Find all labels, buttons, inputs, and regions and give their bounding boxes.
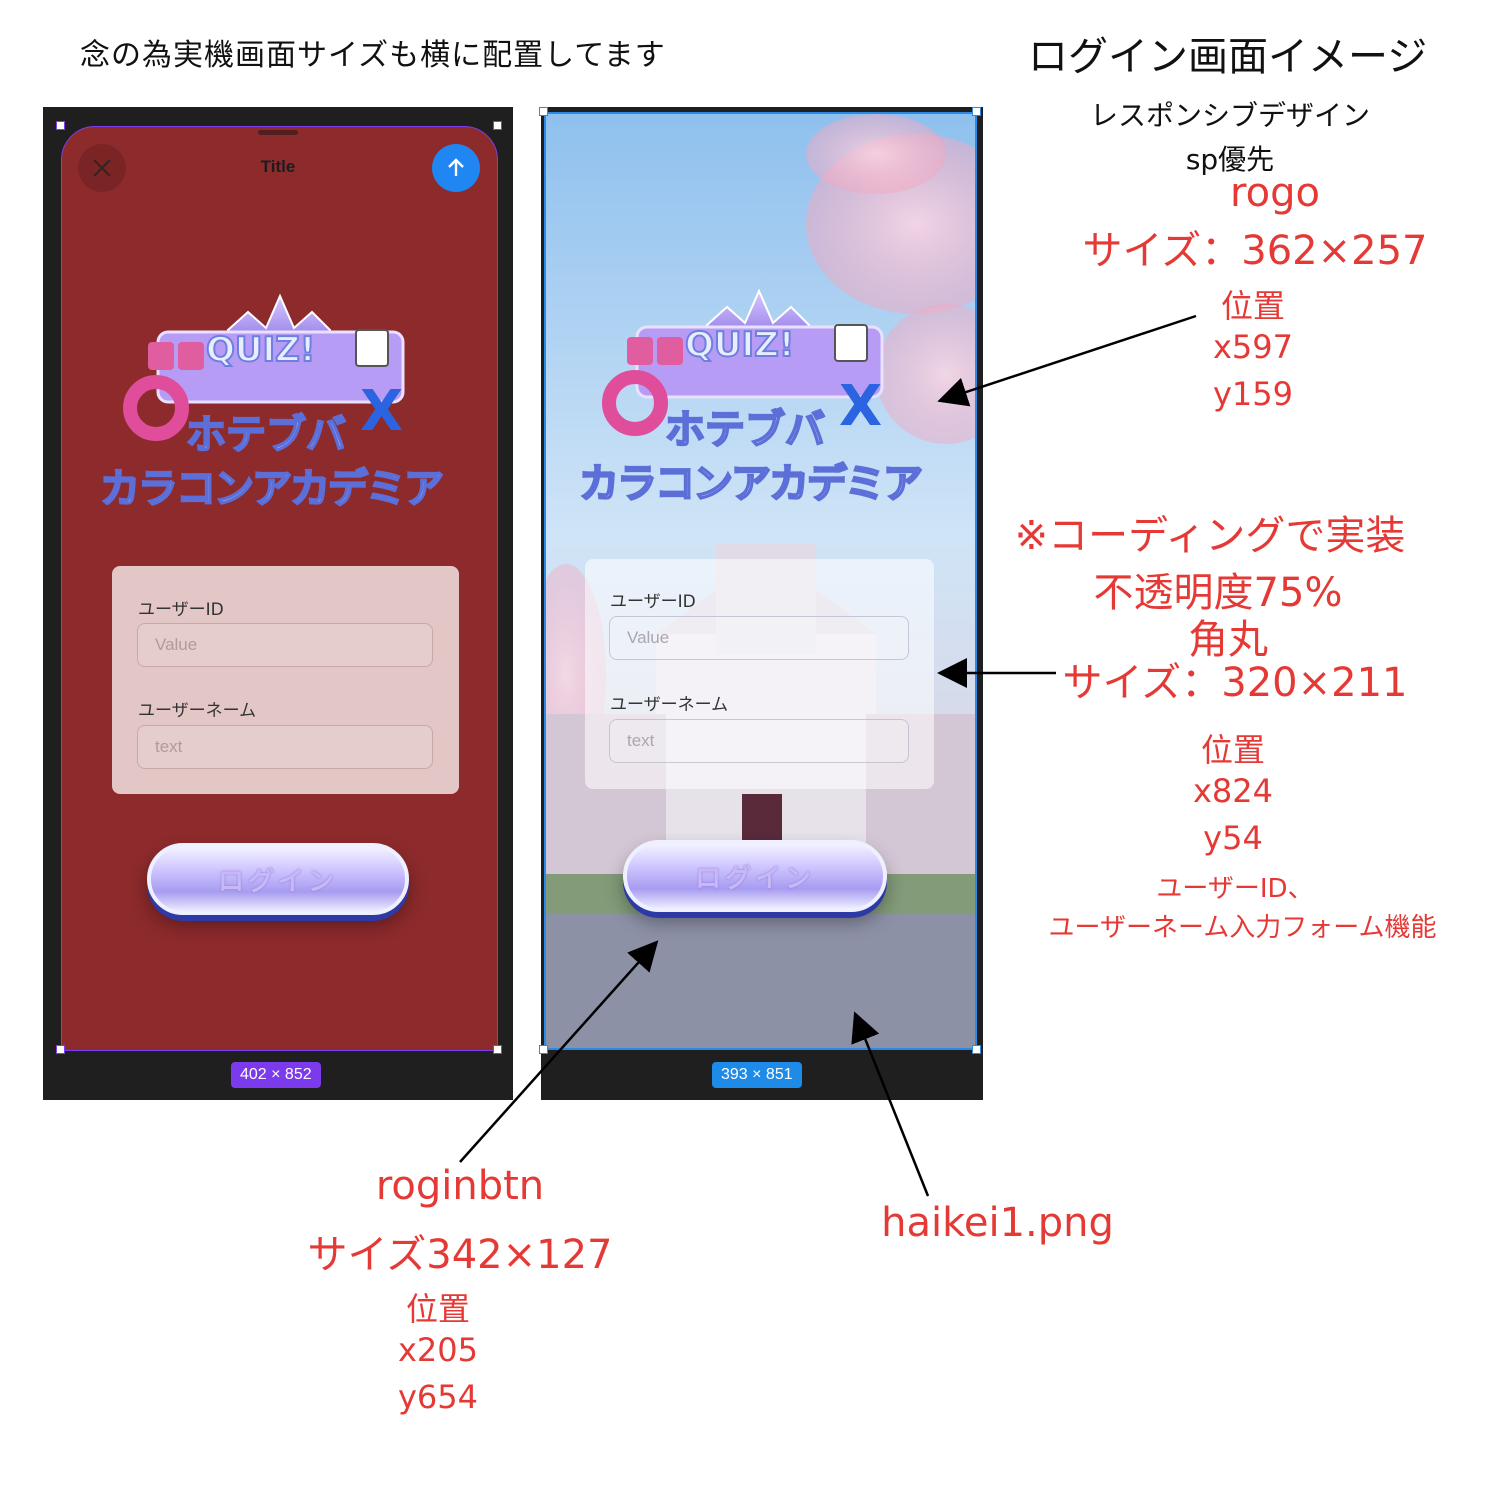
form-y: y54 (1203, 819, 1263, 857)
rogo-size: サイズ：362×257 (1082, 228, 1428, 274)
btn-pos-label: 位置 (405, 1290, 470, 1328)
rogo-arrow (937, 314, 1197, 407)
rogo-pos-label: 位置 (1220, 287, 1285, 325)
rogo-y: y159 (1212, 375, 1293, 413)
btn-name: roginbtn (375, 1163, 545, 1209)
bg-name: haikei1.png (881, 1200, 1114, 1246)
form-x: x824 (1192, 772, 1273, 810)
form-pos-label: 位置 (1200, 731, 1265, 769)
rogo-name: rogo (1230, 170, 1320, 216)
btn-y: y654 (397, 1378, 478, 1416)
form-note: ※コーディングで実装 (1014, 513, 1406, 559)
bg-arrow (851, 1011, 930, 1197)
rogo-x: x597 (1212, 328, 1293, 366)
btn-size: サイズ342×127 (307, 1232, 613, 1278)
form-func2: ユーザーネーム入力フォーム機能 (1048, 913, 1437, 943)
form-func1: ユーザーID、 (1156, 874, 1314, 904)
btn-x: x205 (397, 1331, 478, 1369)
form-size: サイズ：320×211 (1062, 660, 1408, 706)
btn-arrow (459, 940, 659, 1163)
